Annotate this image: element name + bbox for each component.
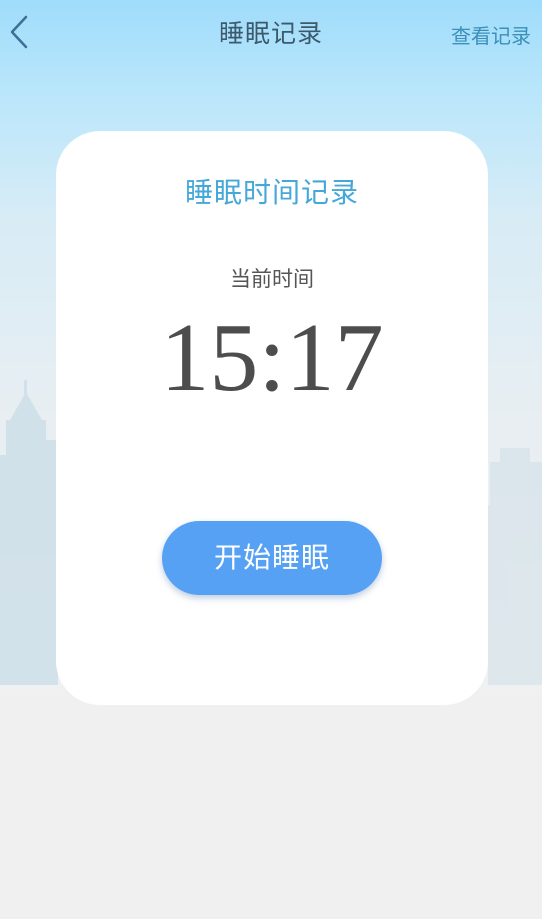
sleep-record-card: 睡眠时间记录 当前时间 15:17 开始睡眠: [56, 131, 488, 705]
current-time-value: 15:17: [160, 304, 384, 412]
start-sleep-button[interactable]: 开始睡眠: [162, 521, 382, 595]
card-title: 睡眠时间记录: [184, 176, 359, 209]
current-time-label: 当前时间: [230, 267, 314, 291]
view-records-link[interactable]: 查看记录: [451, 20, 531, 49]
top-navigation-bar: 睡眠记录 查看记录: [0, 0, 542, 66]
